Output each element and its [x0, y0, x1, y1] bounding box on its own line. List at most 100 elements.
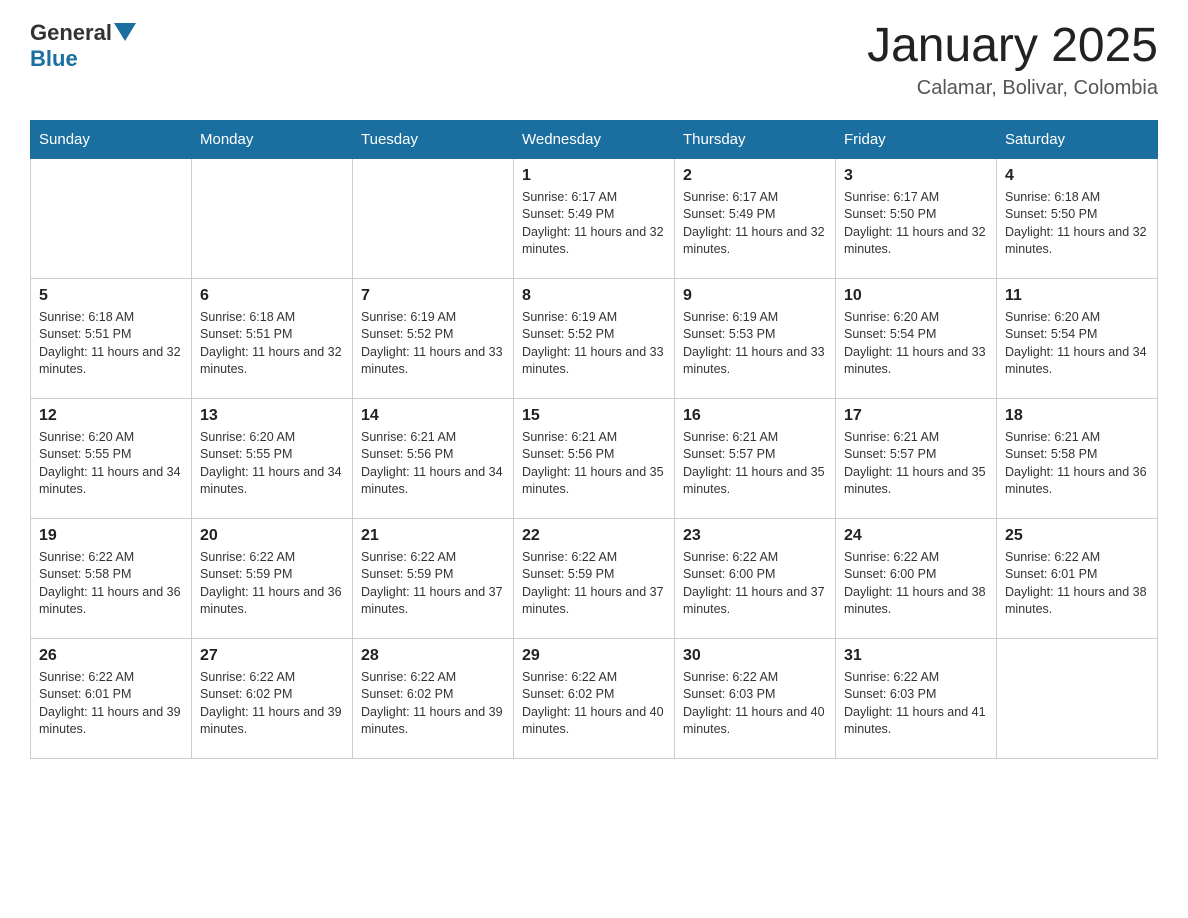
calendar-cell: 12 Sunrise: 6:20 AMSunset: 5:55 PMDayligh…: [31, 398, 192, 518]
calendar-cell: 10Sunrise: 6:20 AMSunset: 5:54 PMDayligh…: [836, 278, 997, 398]
day-info: Sunrise: 6:22 AMSunset: 6:03 PMDaylight:…: [844, 669, 988, 739]
calendar-cell: 13Sunrise: 6:20 AMSunset: 5:55 PMDayligh…: [192, 398, 353, 518]
calendar-cell: 3 Sunrise: 6:17 AMSunset: 5:50 PMDaylight…: [836, 158, 997, 278]
calendar-cell: 18 Sunrise: 6:21 AMSunset: 5:58 PMDayligh…: [997, 398, 1158, 518]
calendar-cell: 15 Sunrise: 6:21 AMSunset: 5:56 PMDayligh…: [514, 398, 675, 518]
day-info: Sunrise: 6:21 AMSunset: 5:57 PMDaylight:…: [683, 429, 827, 499]
calendar-week-row: 26 Sunrise: 6:22 AMSunset: 6:01 PMDayligh…: [31, 638, 1158, 758]
calendar-cell: 8 Sunrise: 6:19 AMSunset: 5:52 PMDaylight…: [514, 278, 675, 398]
day-number: 3: [844, 167, 988, 185]
day-info: Sunrise: 6:20 AMSunset: 5:54 PMDaylight:…: [844, 309, 988, 379]
calendar-cell: 6Sunrise: 6:18 AMSunset: 5:51 PMDaylight…: [192, 278, 353, 398]
calendar-cell: [997, 638, 1158, 758]
calendar-cell: 14Sunrise: 6:21 AMSunset: 5:56 PMDayligh…: [353, 398, 514, 518]
calendar-cell: 5 Sunrise: 6:18 AMSunset: 5:51 PMDaylight…: [31, 278, 192, 398]
calendar-cell: 9 Sunrise: 6:19 AMSunset: 5:53 PMDaylight…: [675, 278, 836, 398]
day-number: 5: [39, 287, 183, 305]
day-number: 4: [1005, 167, 1149, 185]
calendar-table: SundayMondayTuesdayWednesdayThursdayFrid…: [30, 120, 1158, 759]
calendar-cell: 1 Sunrise: 6:17 AMSunset: 5:49 PMDaylight…: [514, 158, 675, 278]
calendar-cell: 23 Sunrise: 6:22 AMSunset: 6:00 PMDayligh…: [675, 518, 836, 638]
day-info: Sunrise: 6:17 AMSunset: 5:49 PMDaylight:…: [683, 189, 827, 259]
day-info: Sunrise: 6:20 AMSunset: 5:55 PMDaylight:…: [39, 429, 183, 499]
calendar-header-wednesday: Wednesday: [514, 120, 675, 158]
day-number: 16: [683, 407, 827, 425]
calendar-cell: 19 Sunrise: 6:22 AMSunset: 5:58 PMDayligh…: [31, 518, 192, 638]
day-number: 11: [1005, 287, 1149, 305]
page-header: General Blue January 2025 Calamar, Boliv…: [30, 20, 1158, 100]
month-title: January 2025: [867, 20, 1158, 73]
day-number: 19: [39, 527, 183, 545]
day-info: Sunrise: 6:18 AMSunset: 5:51 PMDaylight:…: [39, 309, 183, 379]
day-info: Sunrise: 6:22 AMSunset: 5:59 PMDaylight:…: [361, 549, 505, 619]
calendar-week-row: 19 Sunrise: 6:22 AMSunset: 5:58 PMDayligh…: [31, 518, 1158, 638]
day-info: Sunrise: 6:19 AMSunset: 5:53 PMDaylight:…: [683, 309, 827, 379]
day-info: Sunrise: 6:22 AMSunset: 6:02 PMDaylight:…: [361, 669, 505, 739]
day-number: 25: [1005, 527, 1149, 545]
day-number: 30: [683, 647, 827, 665]
calendar-cell: 20 Sunrise: 6:22 AMSunset: 5:59 PMDayligh…: [192, 518, 353, 638]
day-number: 1: [522, 167, 666, 185]
logo-arrow-icon: [114, 23, 136, 41]
day-info: Sunrise: 6:17 AMSunset: 5:49 PMDaylight:…: [522, 189, 666, 259]
calendar-week-row: 12 Sunrise: 6:20 AMSunset: 5:55 PMDayligh…: [31, 398, 1158, 518]
calendar-header-tuesday: Tuesday: [353, 120, 514, 158]
calendar-header-saturday: Saturday: [997, 120, 1158, 158]
calendar-cell: [192, 158, 353, 278]
calendar-cell: 27Sunrise: 6:22 AMSunset: 6:02 PMDayligh…: [192, 638, 353, 758]
calendar-cell: [31, 158, 192, 278]
calendar-cell: 4Sunrise: 6:18 AMSunset: 5:50 PMDaylight…: [997, 158, 1158, 278]
day-info: Sunrise: 6:22 AMSunset: 6:03 PMDaylight:…: [683, 669, 827, 739]
calendar-cell: 30 Sunrise: 6:22 AMSunset: 6:03 PMDayligh…: [675, 638, 836, 758]
day-info: Sunrise: 6:22 AMSunset: 6:02 PMDaylight:…: [200, 669, 344, 739]
day-info: Sunrise: 6:21 AMSunset: 5:56 PMDaylight:…: [361, 429, 505, 499]
calendar-header-row: SundayMondayTuesdayWednesdayThursdayFrid…: [31, 120, 1158, 158]
day-info: Sunrise: 6:22 AMSunset: 6:00 PMDaylight:…: [683, 549, 827, 619]
day-number: 9: [683, 287, 827, 305]
day-info: Sunrise: 6:21 AMSunset: 5:57 PMDaylight:…: [844, 429, 988, 499]
day-number: 15: [522, 407, 666, 425]
day-info: Sunrise: 6:19 AMSunset: 5:52 PMDaylight:…: [361, 309, 505, 379]
day-info: Sunrise: 6:19 AMSunset: 5:52 PMDaylight:…: [522, 309, 666, 379]
day-number: 24: [844, 527, 988, 545]
day-info: Sunrise: 6:20 AMSunset: 5:54 PMDaylight:…: [1005, 309, 1149, 379]
day-info: Sunrise: 6:17 AMSunset: 5:50 PMDaylight:…: [844, 189, 988, 259]
day-info: Sunrise: 6:21 AMSunset: 5:56 PMDaylight:…: [522, 429, 666, 499]
day-info: Sunrise: 6:21 AMSunset: 5:58 PMDaylight:…: [1005, 429, 1149, 499]
day-number: 20: [200, 527, 344, 545]
calendar-cell: 24 Sunrise: 6:22 AMSunset: 6:00 PMDayligh…: [836, 518, 997, 638]
calendar-header-sunday: Sunday: [31, 120, 192, 158]
day-number: 7: [361, 287, 505, 305]
calendar-cell: 16 Sunrise: 6:21 AMSunset: 5:57 PMDayligh…: [675, 398, 836, 518]
day-number: 23: [683, 527, 827, 545]
calendar-header-friday: Friday: [836, 120, 997, 158]
calendar-week-row: 5 Sunrise: 6:18 AMSunset: 5:51 PMDaylight…: [31, 278, 1158, 398]
calendar-cell: 17Sunrise: 6:21 AMSunset: 5:57 PMDayligh…: [836, 398, 997, 518]
day-info: Sunrise: 6:22 AMSunset: 5:59 PMDaylight:…: [200, 549, 344, 619]
calendar-cell: 25 Sunrise: 6:22 AMSunset: 6:01 PMDayligh…: [997, 518, 1158, 638]
calendar-header-thursday: Thursday: [675, 120, 836, 158]
day-number: 12: [39, 407, 183, 425]
calendar-cell: [353, 158, 514, 278]
calendar-cell: 21Sunrise: 6:22 AMSunset: 5:59 PMDayligh…: [353, 518, 514, 638]
calendar-cell: 31 Sunrise: 6:22 AMSunset: 6:03 PMDayligh…: [836, 638, 997, 758]
day-info: Sunrise: 6:22 AMSunset: 5:58 PMDaylight:…: [39, 549, 183, 619]
day-number: 18: [1005, 407, 1149, 425]
day-number: 8: [522, 287, 666, 305]
calendar-cell: 26 Sunrise: 6:22 AMSunset: 6:01 PMDayligh…: [31, 638, 192, 758]
day-number: 13: [200, 407, 344, 425]
day-number: 26: [39, 647, 183, 665]
title-section: January 2025 Calamar, Bolivar, Colombia: [867, 20, 1158, 100]
day-info: Sunrise: 6:22 AMSunset: 6:01 PMDaylight:…: [1005, 549, 1149, 619]
day-info: Sunrise: 6:18 AMSunset: 5:51 PMDaylight:…: [200, 309, 344, 379]
logo-blue-text: Blue: [30, 46, 78, 72]
location-subtitle: Calamar, Bolivar, Colombia: [867, 77, 1158, 100]
day-info: Sunrise: 6:22 AMSunset: 6:02 PMDaylight:…: [522, 669, 666, 739]
day-info: Sunrise: 6:22 AMSunset: 6:01 PMDaylight:…: [39, 669, 183, 739]
day-info: Sunrise: 6:22 AMSunset: 5:59 PMDaylight:…: [522, 549, 666, 619]
day-info: Sunrise: 6:22 AMSunset: 6:00 PMDaylight:…: [844, 549, 988, 619]
calendar-header-monday: Monday: [192, 120, 353, 158]
day-number: 31: [844, 647, 988, 665]
calendar-cell: 22Sunrise: 6:22 AMSunset: 5:59 PMDayligh…: [514, 518, 675, 638]
logo-general-text: General: [30, 20, 112, 46]
